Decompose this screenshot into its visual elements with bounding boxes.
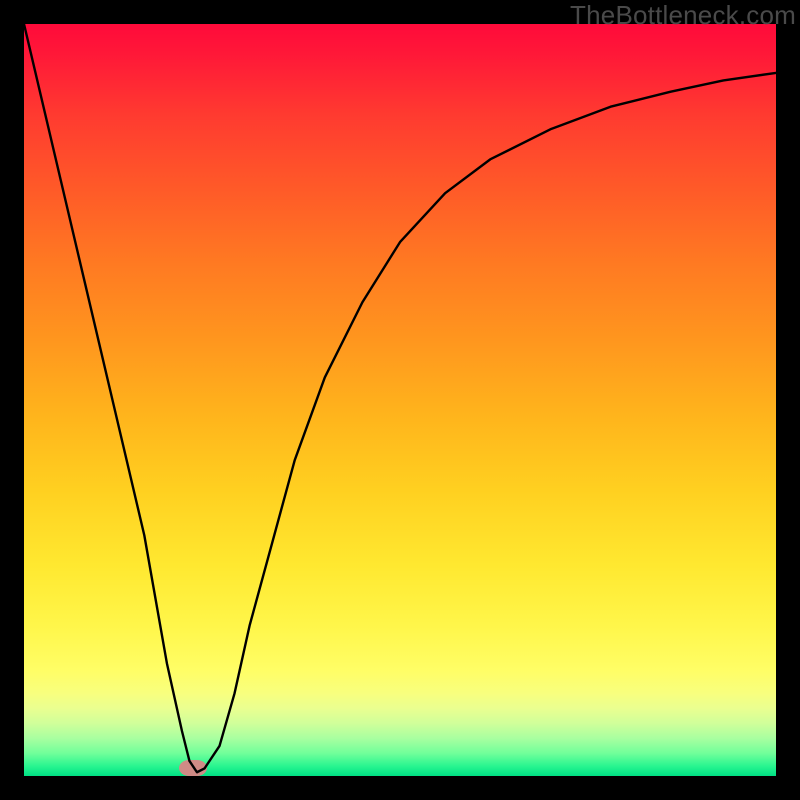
plot-area	[24, 24, 776, 776]
watermark-text: TheBottleneck.com	[570, 0, 796, 31]
chart-frame: TheBottleneck.com	[0, 0, 800, 800]
bottleneck-curve	[24, 24, 776, 776]
